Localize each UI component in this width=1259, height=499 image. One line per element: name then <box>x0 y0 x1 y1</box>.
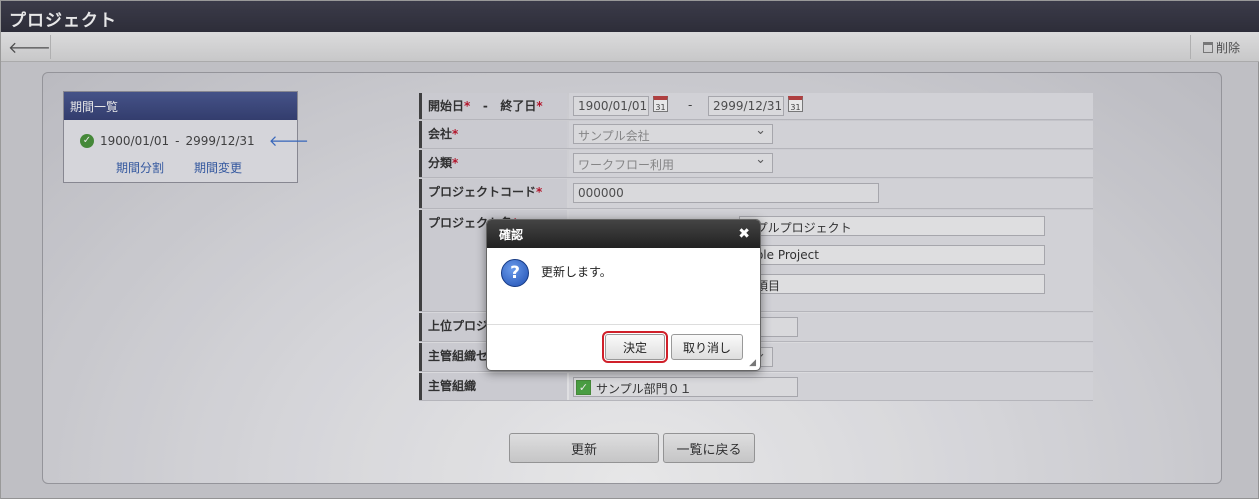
org-row: 主管組織 サンプル部門０１ ✓ <box>419 373 1093 401</box>
period-list: 期間一覧 ✓ 1900/01/01 - 2999/12/31 🡐 期間分割 期間… <box>63 91 309 183</box>
close-icon[interactable]: ✖ <box>738 226 750 242</box>
period-change-link[interactable]: 期間変更 <box>194 159 242 176</box>
dialog-message: 更新します。 <box>541 265 612 279</box>
org-label: 主管組織 <box>419 373 567 400</box>
arrow-left-icon: 🡐 <box>8 38 51 57</box>
end-date-input[interactable]: 2999/12/31 <box>708 96 784 116</box>
back-to-list-button[interactable]: 一覧に戻る <box>663 433 755 463</box>
date-separator: - <box>688 98 693 112</box>
code-label: プロジェクトコード <box>428 185 537 199</box>
ok-button[interactable]: 決定 <box>602 331 668 363</box>
period-list-title: 期間一覧 <box>64 92 297 120</box>
period-end: 2999/12/31 <box>185 133 255 148</box>
window-title: プロジェクト <box>1 1 1259 32</box>
company-row: 会社* サンプル会社 <box>419 121 1093 149</box>
code-row: プロジェクトコード* 000000 <box>419 179 1093 209</box>
confirm-dialog: 確認 ✖ ? 更新します。 決定 取り消し ◢ <box>486 219 761 371</box>
period-split-link[interactable]: 期間分割 <box>116 159 164 176</box>
code-input[interactable]: 000000 <box>573 183 879 203</box>
start-date-input[interactable]: 1900/01/01 <box>573 96 649 116</box>
checkbox-checked-icon[interactable]: ✓ <box>576 380 591 395</box>
name-other-input[interactable]: 例項目 <box>739 274 1045 294</box>
category-row: 分類* ワークフロー利用 <box>419 150 1093 178</box>
company-label: 会社 <box>428 127 453 141</box>
date-row: 開始日* - 終了日* 1900/01/01 31 - 2999/12/31 3… <box>419 93 1093 120</box>
calendar-icon[interactable]: 31 <box>653 96 668 112</box>
name-ja-input[interactable]: ンプルプロジェクト <box>739 216 1045 236</box>
period-separator: - <box>175 133 180 148</box>
category-label: 分類 <box>428 156 453 170</box>
question-icon: ? <box>501 259 529 287</box>
dialog-title: 確認 <box>487 220 760 248</box>
cancel-button[interactable]: 取り消し <box>671 334 743 360</box>
period-row[interactable]: ✓ 1900/01/01 - 2999/12/31 🡐 <box>80 131 309 150</box>
dialog-divider <box>487 324 760 325</box>
delete-button[interactable]: 削除 <box>1190 35 1252 59</box>
resize-handle-icon[interactable]: ◢ <box>749 358 756 368</box>
back-button[interactable]: 🡐 <box>8 35 51 59</box>
org-input[interactable]: サンプル部門０１ <box>573 377 798 397</box>
delete-label: 削除 <box>1215 40 1240 55</box>
company-select[interactable]: サンプル会社 <box>573 124 773 144</box>
name-en-input[interactable]: mple Project <box>739 245 1045 265</box>
calendar-icon[interactable]: 31 <box>788 96 803 112</box>
update-button[interactable]: 更新 <box>509 433 659 463</box>
trash-icon <box>1202 41 1213 53</box>
current-period-arrow-icon: 🡐 <box>268 132 309 150</box>
period-start: 1900/01/01 <box>100 133 170 148</box>
toolbar: 🡐 削除 <box>1 32 1259 62</box>
check-circle-icon: ✓ <box>80 133 94 148</box>
category-select[interactable]: ワークフロー利用 <box>573 153 773 173</box>
date-label: 開始日* - 終了日* <box>419 93 567 119</box>
